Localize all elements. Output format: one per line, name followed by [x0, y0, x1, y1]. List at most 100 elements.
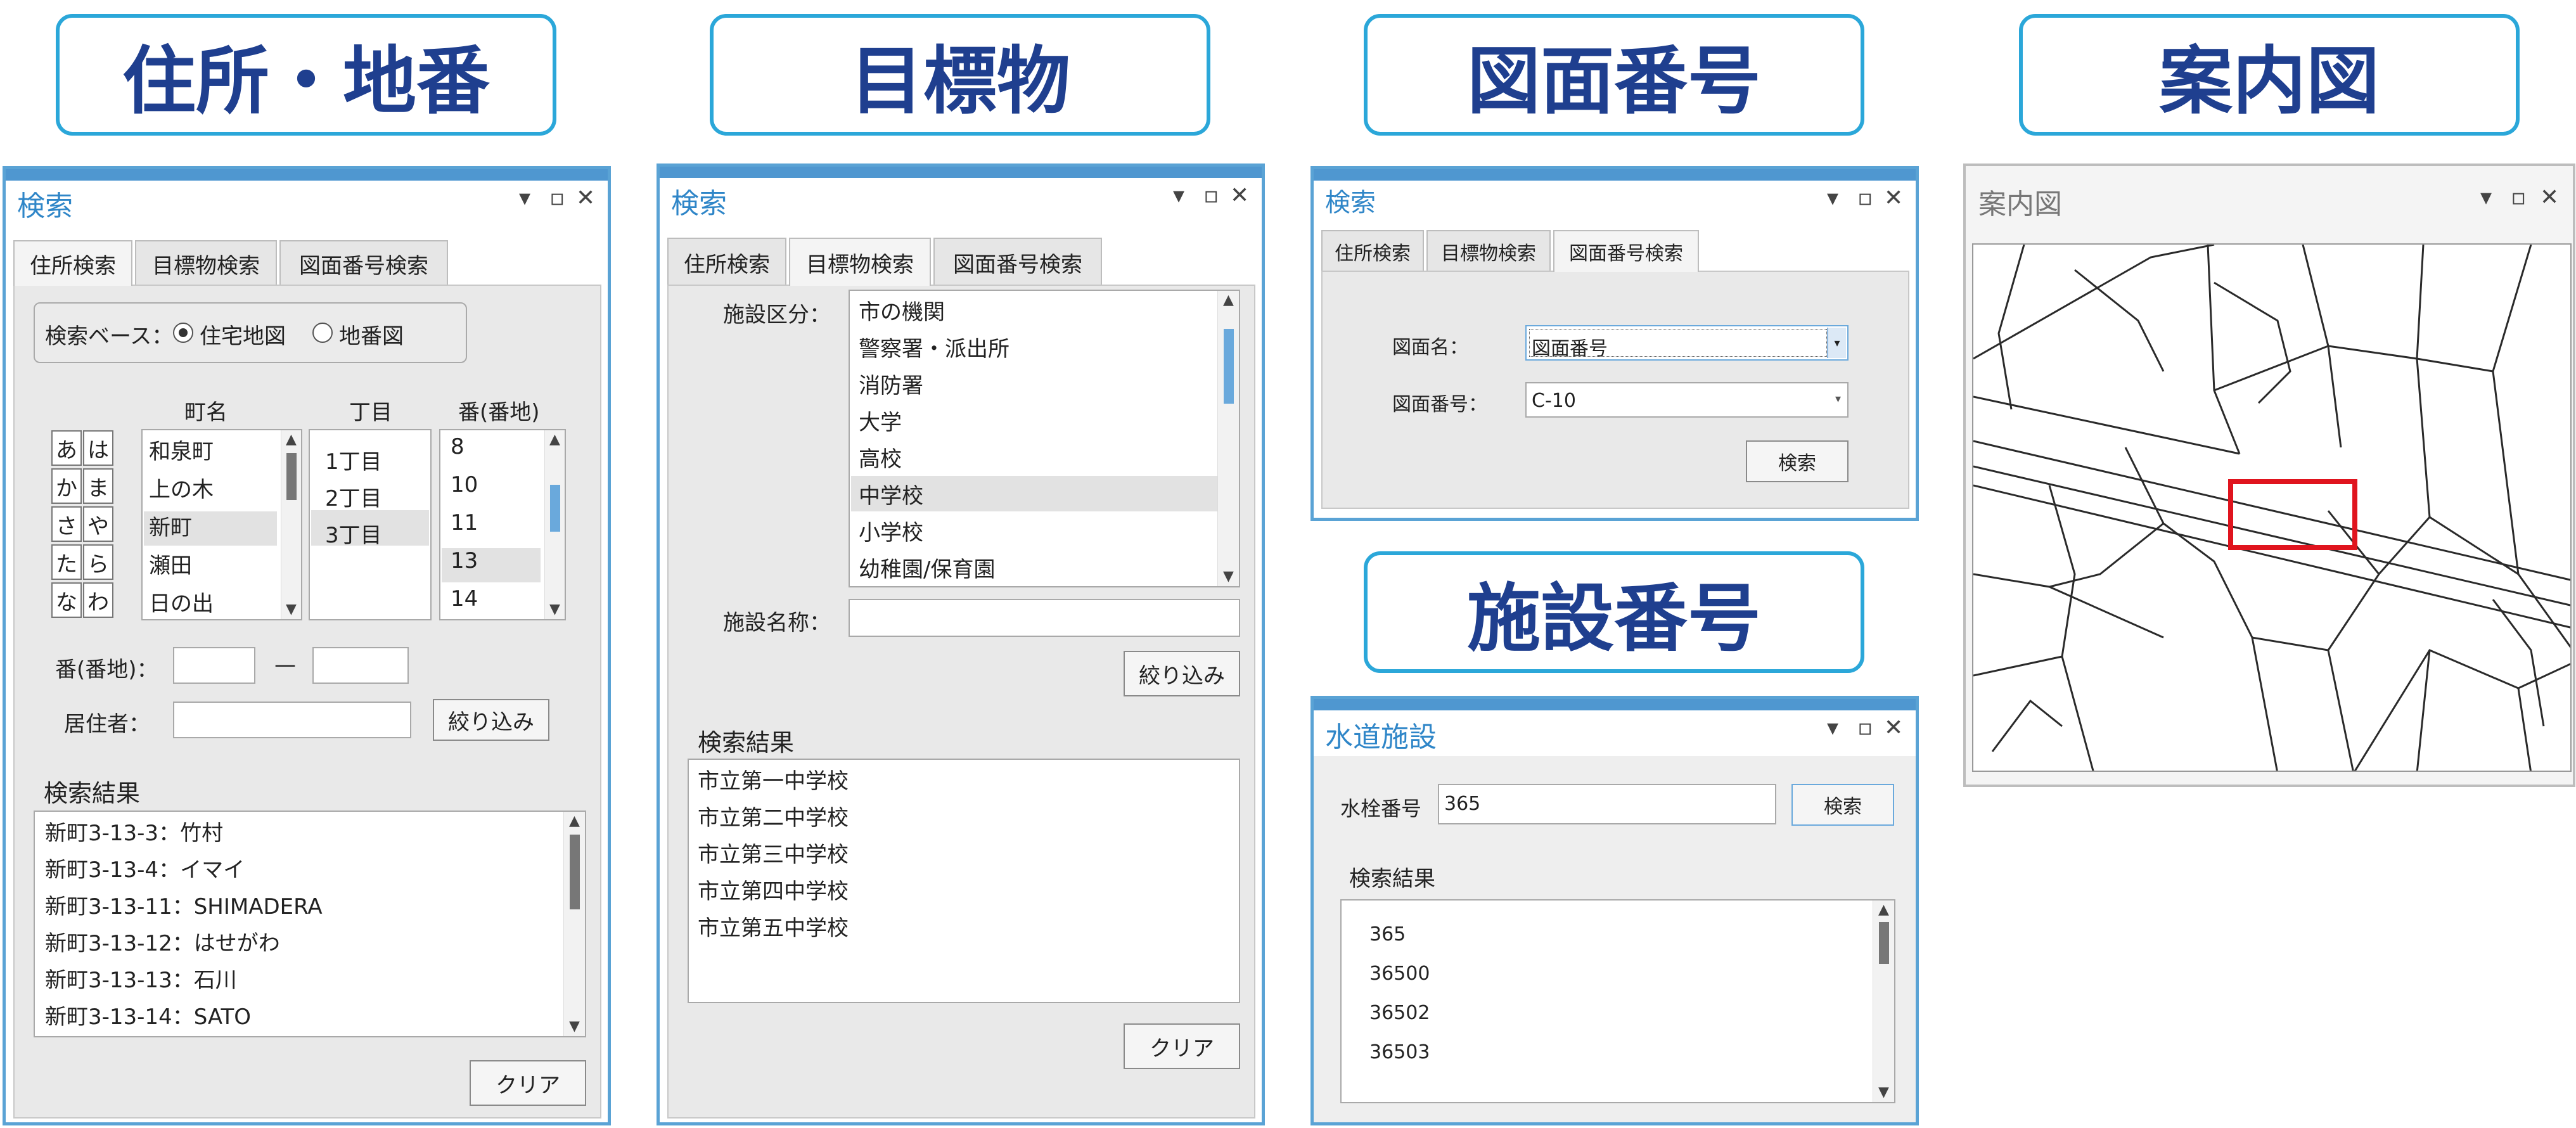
close-icon[interactable]: ✕ — [576, 187, 595, 210]
lot-number-from-input[interactable] — [173, 647, 255, 684]
tab-landmark-search[interactable]: 目標物検索 — [1426, 230, 1551, 272]
result-item[interactable]: 365 — [1369, 923, 1406, 945]
result-item[interactable]: 市立第四中学校 — [698, 874, 849, 905]
guide-map-canvas[interactable] — [1972, 243, 2572, 772]
scroll-down-icon[interactable]: ▼ — [286, 603, 297, 617]
maximize-icon[interactable]: ▫ — [549, 187, 565, 210]
tab-landmark-search[interactable]: 目標物検索 — [135, 240, 277, 286]
result-item[interactable]: 市立第三中学校 — [698, 837, 849, 868]
scroll-up-icon[interactable]: ▲ — [549, 433, 560, 447]
dropdown-menu-icon[interactable]: ▾ — [2480, 186, 2492, 209]
radio-lot-map[interactable] — [312, 323, 333, 343]
facility-name-input[interactable] — [849, 599, 1240, 637]
scroll-up-icon[interactable]: ▲ — [1223, 293, 1234, 307]
category-item[interactable]: 市の機関 — [859, 295, 945, 326]
results-list[interactable]: 新町3-13-3：竹村 新町3-13-4：イマイ 新町3-13-11：SHIMA… — [34, 811, 586, 1037]
town-item[interactable]: 和泉町 — [149, 434, 214, 465]
lot-number-to-input[interactable] — [312, 647, 409, 684]
tab-drawing-search[interactable]: 図面番号検索 — [1553, 230, 1699, 272]
tab-landmark-search[interactable]: 目標物検索 — [789, 238, 931, 286]
hydrant-number-input[interactable]: 365 — [1438, 784, 1776, 824]
scroll-thumb[interactable] — [1879, 922, 1889, 964]
dropdown-menu-icon[interactable]: ▾ — [1827, 187, 1838, 210]
search-button[interactable]: 検索 — [1791, 784, 1894, 826]
dropdown-menu-icon[interactable]: ▾ — [1827, 717, 1838, 740]
town-item[interactable]: 新町 — [149, 510, 192, 541]
kana-ta[interactable]: た — [51, 544, 82, 580]
search-button[interactable]: 検索 — [1746, 440, 1849, 482]
result-item[interactable]: 36502 — [1369, 1002, 1430, 1024]
radio-housing-map[interactable] — [173, 323, 193, 343]
drawing-name-select[interactable]: 図面番号 ▾ — [1525, 325, 1849, 361]
close-icon[interactable]: ✕ — [1230, 184, 1249, 207]
category-item[interactable]: 小学校 — [859, 515, 923, 546]
kana-ma[interactable]: ま — [83, 468, 113, 504]
category-scrollbar[interactable]: ▲ ▼ — [1217, 291, 1239, 586]
scroll-up-icon[interactable]: ▲ — [286, 433, 297, 447]
results-scrollbar[interactable]: ▲ ▼ — [563, 812, 585, 1036]
filter-button[interactable]: 絞り込み — [1124, 651, 1240, 696]
number-item[interactable]: 14 — [451, 586, 478, 612]
number-item[interactable]: 13 — [451, 548, 478, 574]
result-item[interactable]: 市立第二中学校 — [698, 800, 849, 831]
result-item[interactable]: 新町3-13-11：SHIMADERA — [45, 889, 323, 920]
category-item[interactable]: 中学校 — [859, 478, 923, 510]
scroll-down-icon[interactable]: ▼ — [569, 1020, 580, 1034]
town-list[interactable]: 和泉町 上の木 新町 瀬田 日の出 ▲ ▼ — [141, 429, 302, 620]
dropdown-menu-icon[interactable]: ▾ — [519, 187, 530, 210]
kana-ha[interactable]: は — [83, 430, 113, 466]
scroll-up-icon[interactable]: ▲ — [569, 814, 580, 828]
number-item[interactable]: 8 — [451, 434, 465, 459]
tab-address-search[interactable]: 住所検索 — [13, 240, 132, 286]
result-item[interactable]: 市立第一中学校 — [698, 764, 849, 795]
result-item[interactable]: 新町3-13-12：はせがわ — [45, 926, 280, 957]
resident-input[interactable] — [173, 702, 411, 738]
chevron-down-icon[interactable]: ▾ — [1835, 392, 1841, 406]
result-item[interactable]: 36500 — [1369, 963, 1430, 985]
drawing-number-select[interactable]: C-10 ▾ — [1525, 382, 1849, 418]
town-item[interactable]: 瀬田 — [149, 548, 192, 579]
scroll-down-icon[interactable]: ▼ — [1223, 570, 1234, 584]
result-item[interactable]: 新町3-13-14：SATO — [45, 999, 251, 1030]
kana-ra[interactable]: ら — [83, 544, 113, 580]
category-item[interactable]: 警察署・派出所 — [859, 331, 1009, 362]
tab-address-search[interactable]: 住所検索 — [1321, 230, 1424, 272]
kana-wa[interactable]: わ — [83, 582, 113, 618]
number-scrollbar[interactable]: ▲ ▼ — [544, 430, 565, 619]
kana-a[interactable]: あ — [51, 430, 82, 466]
results-scrollbar[interactable]: ▲ ▼ — [1873, 900, 1894, 1102]
clear-button[interactable]: クリア — [1124, 1023, 1240, 1069]
kana-ka[interactable]: か — [51, 468, 82, 504]
result-item[interactable]: 36503 — [1369, 1041, 1430, 1063]
close-icon[interactable]: ✕ — [2540, 186, 2559, 209]
results-list[interactable]: 365 36500 36502 36503 ▲ ▼ — [1340, 899, 1895, 1103]
chome-item[interactable]: 3丁目 — [325, 518, 382, 549]
town-item[interactable]: 日の出 — [149, 586, 214, 617]
tab-drawing-search[interactable]: 図面番号検索 — [279, 240, 448, 286]
dropdown-menu-icon[interactable]: ▾ — [1173, 184, 1184, 207]
category-item[interactable]: 幼稚園/保育園 — [859, 552, 995, 583]
scroll-thumb[interactable] — [550, 485, 560, 532]
tab-address-search[interactable]: 住所検索 — [667, 238, 786, 286]
maximize-icon[interactable]: ▫ — [1857, 717, 1873, 740]
radio-lot-map-label[interactable]: 地番図 — [339, 319, 404, 350]
maximize-icon[interactable]: ▫ — [2511, 186, 2526, 209]
maximize-icon[interactable]: ▫ — [1857, 187, 1873, 210]
town-item[interactable]: 上の木 — [149, 472, 214, 503]
radio-housing-map-label[interactable]: 住宅地図 — [200, 319, 286, 350]
kana-ya[interactable]: や — [83, 506, 113, 542]
kana-na[interactable]: な — [51, 582, 82, 618]
scroll-down-icon[interactable]: ▼ — [1878, 1086, 1889, 1099]
filter-button[interactable]: 絞り込み — [433, 699, 549, 741]
scroll-thumb[interactable] — [286, 453, 297, 500]
result-item[interactable]: 市立第五中学校 — [698, 911, 849, 942]
kana-sa[interactable]: さ — [51, 506, 82, 542]
town-scrollbar[interactable]: ▲ ▼ — [281, 430, 301, 619]
number-item[interactable]: 11 — [451, 510, 478, 535]
result-item[interactable]: 新町3-13-13：石川 — [45, 963, 237, 994]
category-item[interactable]: 消防署 — [859, 368, 923, 399]
result-item[interactable]: 新町3-13-4：イマイ — [45, 852, 245, 883]
clear-button[interactable]: クリア — [470, 1060, 586, 1106]
scroll-up-icon[interactable]: ▲ — [1878, 903, 1889, 917]
scroll-thumb[interactable] — [570, 835, 580, 909]
